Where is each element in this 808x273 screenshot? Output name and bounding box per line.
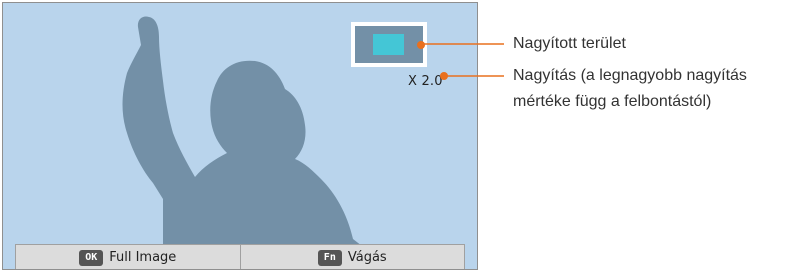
- zoomed-area-callout: Nagyított terület: [513, 35, 626, 52]
- callout-lines: [418, 43, 504, 77]
- zoom-callout-line2: mértéke függ a felbontástól): [513, 93, 712, 110]
- zoom-callout-line1: Nagyítás (a legnagyobb nagyítás: [513, 67, 747, 84]
